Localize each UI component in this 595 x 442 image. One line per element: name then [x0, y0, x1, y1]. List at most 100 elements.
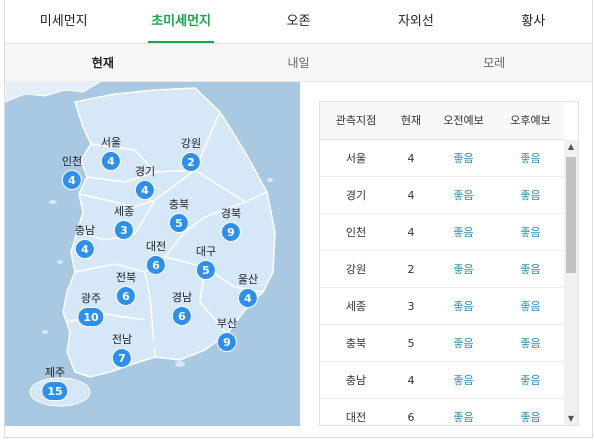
pollutant-tabs: 미세먼지 초미세먼지 오존 자외선 황사	[5, 0, 592, 44]
region-name: 부산	[216, 317, 238, 330]
header-current: 현재	[400, 114, 422, 127]
cell-am-forecast: 좋음	[453, 374, 474, 387]
region-gyeongbuk[interactable]: 경북 9	[221, 207, 241, 242]
region-gwangju[interactable]: 광주 10	[77, 292, 105, 327]
region-incheon[interactable]: 인천 4	[62, 155, 82, 190]
region-jeonnam[interactable]: 전남 7	[112, 333, 132, 368]
region-name: 전북	[115, 271, 137, 284]
cell-station: 충남	[345, 374, 367, 387]
cell-current: 4	[407, 152, 415, 165]
table-body: 서울 4 좋음 좋음 경기 4 좋음 좋음 인천 4 좋음 좋음 강원 2 좋음	[320, 140, 564, 425]
day-tab-day-after[interactable]: 모레	[396, 44, 592, 81]
table-row: 강원 2 좋음 좋음	[320, 251, 564, 288]
header-station: 관측지점	[335, 114, 377, 127]
cell-current: 4	[407, 226, 415, 239]
region-chungbuk[interactable]: 충북 5	[169, 198, 189, 233]
region-jeju[interactable]: 제주 15	[41, 366, 69, 401]
cell-station: 인천	[345, 226, 367, 239]
region-name: 울산	[237, 273, 259, 286]
table-row: 대전 6 좋음 좋음	[320, 399, 564, 425]
cell-pm-forecast: 좋음	[520, 189, 541, 202]
cell-pm-forecast: 좋음	[520, 226, 541, 239]
table-row: 인천 4 좋음 좋음	[320, 214, 564, 251]
region-value-badge: 7	[112, 348, 132, 368]
korea-map: 서울 4 강원 2 인천 4 경기 4 세종 3 충북 5 경북 9 충남 4	[5, 82, 300, 426]
region-value-badge: 6	[116, 286, 136, 306]
cell-current: 5	[407, 337, 415, 350]
region-value-badge: 6	[146, 255, 166, 275]
region-name: 서울	[100, 136, 122, 149]
cell-pm-forecast: 좋음	[520, 263, 541, 276]
cell-am-forecast: 좋음	[453, 152, 474, 165]
region-name: 대전	[145, 240, 167, 253]
cell-station: 세종	[345, 300, 367, 313]
region-gyeonggi[interactable]: 경기 4	[135, 165, 155, 200]
region-daejeon[interactable]: 대전 6	[146, 240, 166, 275]
region-value-badge: 4	[75, 239, 95, 259]
cell-am-forecast: 좋음	[453, 263, 474, 276]
region-name: 대구	[195, 245, 217, 258]
region-value-badge: 9	[217, 332, 237, 352]
scroll-down-arrow-icon[interactable]: ▼	[564, 412, 578, 425]
region-value-badge: 15	[41, 381, 69, 401]
tab-uv[interactable]: 자외선	[357, 0, 474, 43]
cell-pm-forecast: 좋음	[520, 374, 541, 387]
region-value-badge: 3	[114, 220, 134, 240]
cell-current: 2	[407, 263, 415, 276]
region-name: 광주	[80, 292, 102, 305]
region-sejong[interactable]: 세종 3	[114, 205, 134, 240]
region-daegu[interactable]: 대구 5	[196, 245, 216, 280]
day-tab-now[interactable]: 현재	[5, 44, 201, 81]
observation-table: 관측지점 현재 오전예보 오후예보 서울 4 좋음 좋음 경기 4 좋음 좋음 …	[319, 101, 579, 426]
region-name: 경북	[220, 207, 242, 220]
region-name: 전남	[111, 333, 133, 346]
cell-station: 대전	[345, 411, 367, 424]
region-value-badge: 4	[238, 288, 258, 308]
cell-current: 4	[407, 374, 415, 387]
region-value-badge: 4	[62, 170, 82, 190]
cell-am-forecast: 좋음	[453, 411, 474, 424]
tab-yellow-dust[interactable]: 황사	[475, 0, 592, 43]
cell-am-forecast: 좋음	[453, 300, 474, 313]
tab-ozone[interactable]: 오존	[240, 0, 357, 43]
table-row: 경기 4 좋음 좋음	[320, 177, 564, 214]
region-name: 충남	[74, 224, 96, 237]
cell-am-forecast: 좋음	[453, 189, 474, 202]
region-gyeongnam[interactable]: 경남 6	[172, 291, 192, 326]
region-jeonbuk[interactable]: 전북 6	[116, 271, 136, 306]
tab-ultrafine-dust[interactable]: 초미세먼지	[122, 0, 239, 43]
region-name: 강원	[180, 137, 202, 150]
table-scrollbar[interactable]: ▲ ▼	[564, 140, 578, 425]
region-name: 경남	[171, 291, 193, 304]
cell-current: 4	[407, 189, 415, 202]
table-header: 관측지점 현재 오전예보 오후예보	[320, 102, 564, 140]
cell-current: 6	[407, 411, 415, 424]
scrollbar-thumb[interactable]	[566, 157, 576, 273]
cell-current: 3	[407, 300, 415, 313]
cell-station: 충북	[345, 337, 367, 350]
region-chungnam[interactable]: 충남 4	[75, 224, 95, 259]
region-name: 경기	[134, 165, 156, 178]
region-gangwon[interactable]: 강원 2	[181, 137, 201, 172]
cell-pm-forecast: 좋음	[520, 300, 541, 313]
region-busan[interactable]: 부산 9	[217, 317, 237, 352]
region-value-badge: 9	[221, 222, 241, 242]
table-row: 세종 3 좋음 좋음	[320, 288, 564, 325]
region-value-badge: 5	[196, 260, 216, 280]
region-name: 충북	[168, 198, 190, 211]
cell-pm-forecast: 좋음	[520, 337, 541, 350]
region-value-badge: 4	[101, 151, 121, 171]
table-row: 충북 5 좋음 좋음	[320, 325, 564, 362]
cell-pm-forecast: 좋음	[520, 152, 541, 165]
cell-am-forecast: 좋음	[453, 337, 474, 350]
tab-fine-dust[interactable]: 미세먼지	[5, 0, 122, 43]
day-tab-tomorrow[interactable]: 내일	[201, 44, 397, 81]
scroll-up-arrow-icon[interactable]: ▲	[564, 140, 578, 154]
table-row: 서울 4 좋음 좋음	[320, 140, 564, 177]
region-value-badge: 5	[169, 213, 189, 233]
region-ulsan[interactable]: 울산 4	[238, 273, 258, 308]
header-am-forecast: 오전예보	[443, 114, 484, 127]
region-name: 인천	[61, 155, 83, 168]
region-seoul[interactable]: 서울 4	[101, 136, 121, 171]
cell-station: 서울	[345, 152, 367, 165]
